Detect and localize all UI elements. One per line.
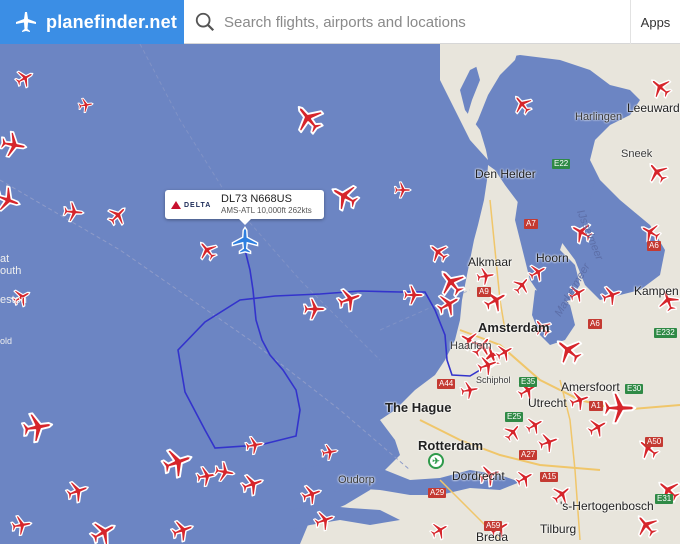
road-shield: A44	[437, 379, 456, 389]
road-shield: A15	[540, 472, 559, 482]
delta-widget-icon	[171, 201, 181, 209]
edge-label: outh	[0, 265, 22, 277]
road-shield: A59	[484, 521, 503, 531]
road-shield: A7	[524, 219, 538, 229]
flight-callsign: DL73 N668US	[221, 193, 292, 205]
edge-label: at	[0, 253, 10, 265]
search-input[interactable]	[224, 13, 624, 31]
logo-text: planefinder.net	[46, 11, 178, 32]
airline-name: DELTA	[184, 201, 212, 209]
road-shield: E30	[625, 384, 644, 394]
map-label: Utrecht	[528, 396, 567, 410]
road-shield: A6	[588, 319, 602, 329]
map-label: Kampen	[634, 284, 679, 298]
map-label: Rotterdam	[418, 438, 484, 453]
apps-menu-button[interactable]: Apps	[630, 0, 680, 44]
top-bar: planefinder.net Apps	[0, 0, 680, 44]
road-shield: A1	[589, 401, 603, 411]
search-bar[interactable]	[184, 0, 630, 44]
map-label: Amsterdam	[478, 320, 550, 335]
road-shield: A6	[647, 241, 661, 251]
map-label: Dordrecht	[452, 469, 505, 483]
map-label: 's-Hertogenbosch	[560, 499, 654, 513]
map-label: Hoorn	[536, 251, 569, 265]
search-icon	[195, 12, 215, 32]
map-label: Schiphol	[476, 375, 511, 385]
selected-aircraft-icon	[231, 226, 259, 255]
delta-logo: DELTA	[171, 198, 219, 212]
flight-route-info: AMS-ATL 10,000ft 262kts	[221, 206, 312, 215]
airport-marker-icon[interactable]: ✈	[428, 453, 444, 469]
map-label: Den Helder	[475, 167, 536, 181]
road-shield: A50	[645, 437, 664, 447]
map-label: The Hague	[385, 400, 452, 415]
road-shield: A9	[477, 287, 491, 297]
map-label: Tilburg	[540, 522, 577, 536]
map-label: Oudorp	[338, 474, 375, 486]
edge-label: old	[0, 336, 13, 346]
map-label: Leeuwarde	[627, 101, 680, 115]
road-shield: E22	[552, 159, 571, 169]
map-label: Harlingen	[575, 111, 623, 123]
flight-map[interactable]: Leeuwarde Harlingen Sneek Den Helder Hoo…	[0, 44, 680, 544]
map-label: Sneek	[621, 148, 653, 160]
road-shield: E31	[655, 494, 674, 504]
road-shield: E35	[519, 377, 538, 387]
road-shield: E232	[654, 328, 677, 338]
land-north	[466, 44, 520, 135]
road-shield: A29	[428, 488, 447, 498]
flight-tooltip[interactable]: DELTA DL73 N668US AMS-ATL 10,000ft 262kt…	[165, 190, 324, 225]
map-label: Breda	[476, 530, 509, 544]
road-shield: A27	[519, 450, 538, 460]
edge-label: eston	[0, 294, 27, 306]
plane-logo-icon	[16, 12, 36, 32]
logo[interactable]: planefinder.net	[0, 0, 184, 44]
road-shield: E25	[505, 412, 524, 422]
map-label: Alkmaar	[468, 255, 513, 269]
map-label: Haarlem	[450, 340, 492, 352]
map-label: Amersfoort	[561, 380, 620, 394]
